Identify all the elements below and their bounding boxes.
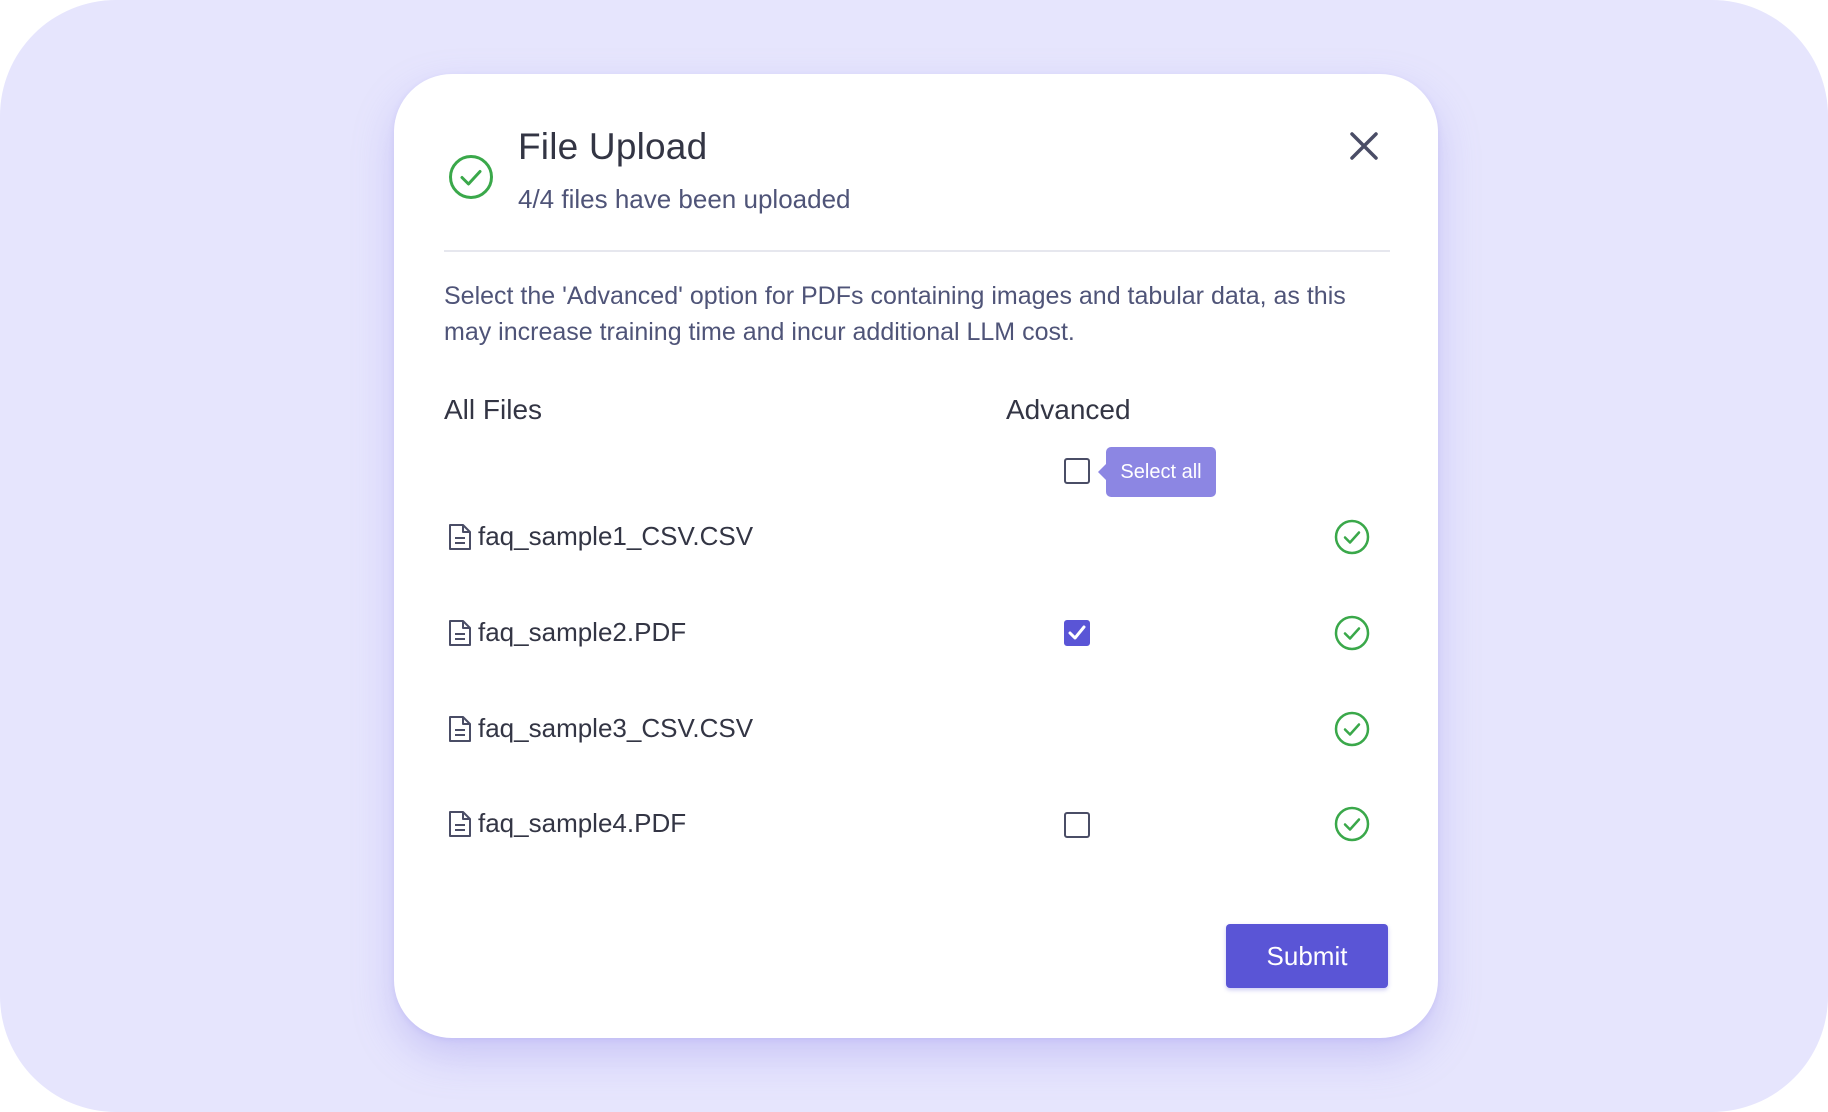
dialog-title: File Upload	[518, 126, 708, 167]
checkmark-icon	[1068, 625, 1086, 640]
file-upload-dialog: File Upload 4/4 files have been uploaded…	[394, 74, 1438, 1038]
file-name: faq_sample4.PDF	[478, 808, 687, 838]
check-circle-icon	[1334, 711, 1370, 747]
submit-button[interactable]: Submit	[1226, 924, 1388, 988]
check-circle-icon	[1334, 615, 1370, 651]
advanced-checkbox[interactable]	[1064, 812, 1090, 838]
check-circle-icon	[1334, 806, 1370, 842]
file-row: faq_sample2.PDF	[444, 608, 1390, 658]
document-icon	[449, 716, 471, 742]
check-circle-icon	[449, 155, 493, 199]
file-row: faq_sample4.PDF	[444, 799, 1390, 849]
file-row: faq_sample3_CSV.CSV	[444, 704, 1390, 754]
select-all-tooltip: Select all	[1098, 447, 1216, 497]
close-icon[interactable]	[1344, 126, 1384, 166]
advanced-checkbox[interactable]	[1064, 620, 1090, 646]
document-icon	[449, 811, 471, 837]
file-name: faq_sample1_CSV.CSV	[478, 521, 754, 551]
document-icon	[449, 524, 471, 550]
file-name: faq_sample3_CSV.CSV	[478, 713, 754, 743]
advanced-header: Advanced	[1006, 394, 1131, 425]
select-all-checkbox[interactable]	[1064, 458, 1090, 484]
advanced-hint-text: Select the 'Advanced' option for PDFs co…	[444, 282, 1346, 346]
page-background: File Upload 4/4 files have been uploaded…	[0, 0, 1828, 1112]
check-circle-icon	[1334, 519, 1370, 555]
file-name: faq_sample2.PDF	[478, 617, 687, 647]
all-files-header: All Files	[444, 394, 543, 425]
upload-status-text: 4/4 files have been uploaded	[518, 184, 851, 214]
document-icon	[449, 620, 471, 646]
file-row: faq_sample1_CSV.CSV	[444, 512, 1390, 562]
header-divider	[444, 250, 1390, 252]
